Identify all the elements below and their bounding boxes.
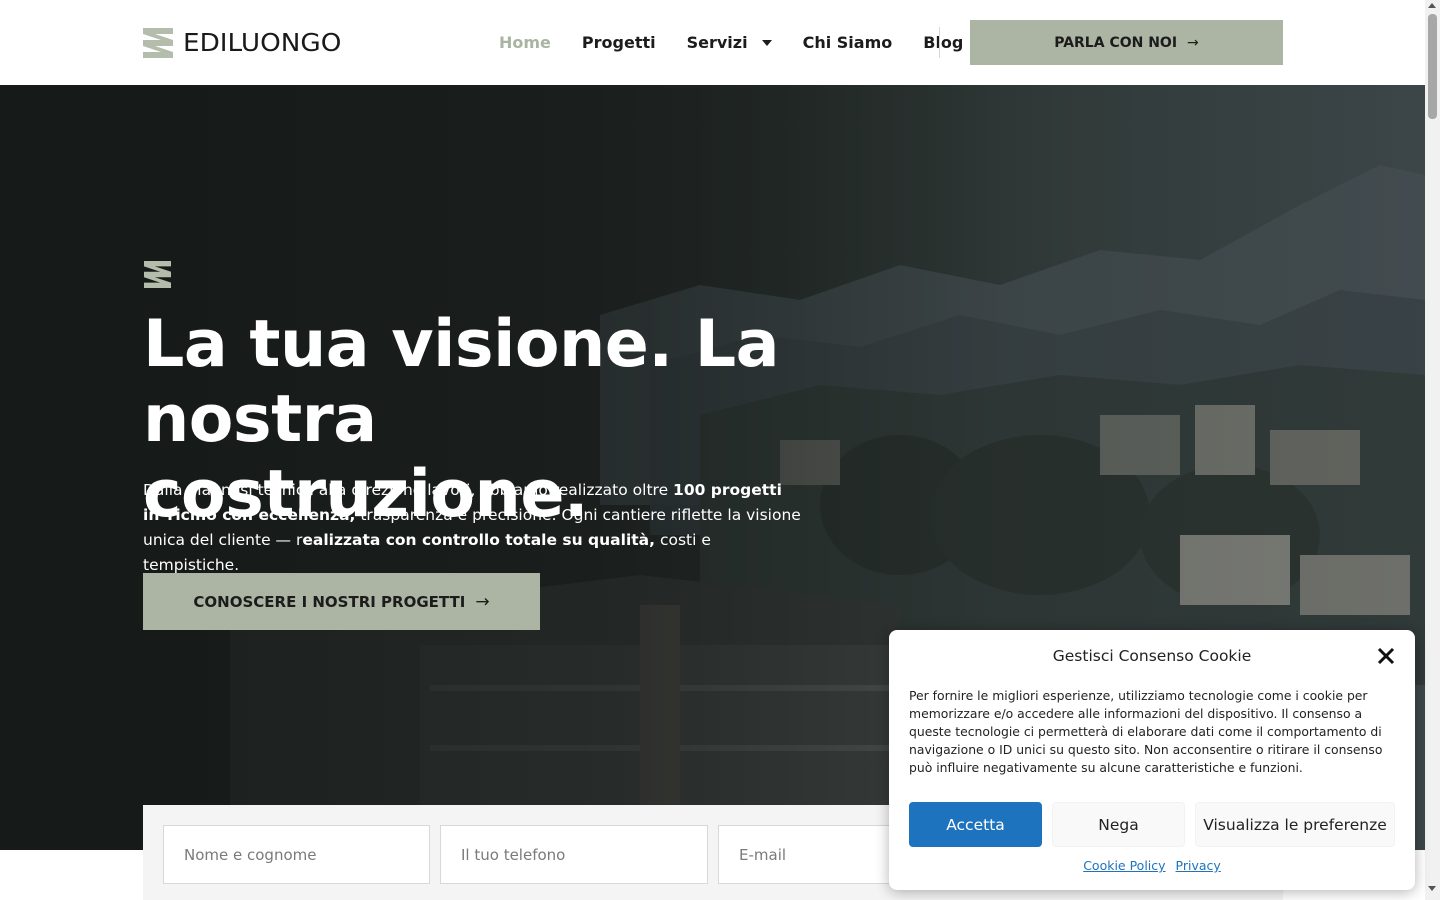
view-preferences-button[interactable]: Visualizza le preferenze [1195, 802, 1395, 847]
site-header: EDILUONGO Home Progetti Servizi Chi Siam… [0, 0, 1425, 85]
site-logo[interactable]: EDILUONGO [143, 28, 341, 58]
hero-description: Dalla diagnosi tecnica alla direzione la… [143, 478, 803, 578]
scrollbar-thumb[interactable] [1428, 14, 1437, 119]
scroll-up-icon[interactable] [1428, 3, 1436, 8]
nav-home[interactable]: Home [499, 33, 551, 52]
logo-text: EDILUONGO [183, 28, 342, 57]
nav-servizi[interactable]: Servizi [687, 33, 772, 52]
phone-field[interactable]: Il tuo telefono [440, 825, 708, 884]
cookie-links: Cookie Policy Privacy [889, 858, 1415, 873]
hero-logo-mark-icon [144, 261, 171, 288]
cookie-dialog-title: Gestisci Consenso Cookie [1052, 647, 1252, 665]
cookie-dialog-text: Per fornire le migliori esperienze, util… [909, 688, 1383, 775]
nav-progetti[interactable]: Progetti [582, 33, 656, 52]
chevron-down-icon[interactable] [761, 39, 772, 46]
nav-servizi-label: Servizi [686, 33, 748, 52]
page-scrollbar[interactable] [1425, 0, 1440, 900]
deny-button[interactable]: Nega [1052, 802, 1185, 847]
logo-mark-icon [143, 28, 173, 58]
cookie-policy-link[interactable]: Cookie Policy [1083, 858, 1165, 873]
cookie-consent-dialog: Gestisci Consenso Cookie Per fornire le … [889, 630, 1415, 890]
talk-to-us-button[interactable]: PARLA CON NOI → [970, 20, 1283, 65]
accept-button[interactable]: Accetta [909, 802, 1042, 847]
nav-divider [939, 27, 940, 58]
privacy-link[interactable]: Privacy [1176, 858, 1221, 873]
arrow-right-icon: → [475, 591, 490, 612]
nav-chi-siamo[interactable]: Chi Siamo [803, 33, 893, 52]
hero-desc-part-1: Dalla diagnosi tecnica alla direzione la… [143, 481, 674, 499]
close-icon[interactable] [1376, 646, 1396, 666]
main-nav: Home Progetti Servizi Chi Siamo Blog [499, 0, 994, 85]
name-field[interactable]: Nome e cognome [163, 825, 430, 884]
nav-blog[interactable]: Blog [923, 33, 963, 52]
hero-desc-bold-2: ealizzata con controllo totale su qualit… [302, 531, 656, 549]
talk-to-us-label: PARLA CON NOI [1054, 34, 1178, 51]
projects-button[interactable]: CONOSCERE I NOSTRI PROGETTI → [143, 573, 540, 630]
arrow-right-icon: → [1187, 34, 1199, 51]
scroll-down-icon[interactable] [1428, 886, 1436, 891]
projects-button-label: CONOSCERE I NOSTRI PROGETTI [193, 592, 466, 611]
